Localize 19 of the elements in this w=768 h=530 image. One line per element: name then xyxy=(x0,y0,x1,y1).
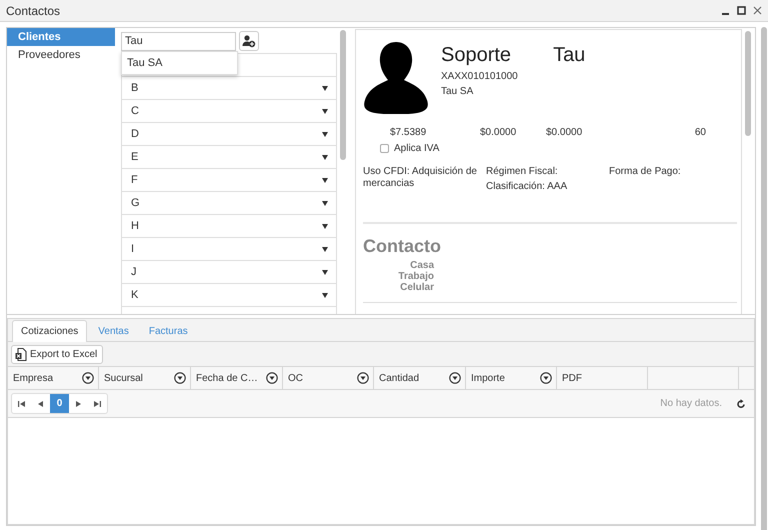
last-name: Tau xyxy=(553,44,586,67)
checkbox-label: Aplica IVA xyxy=(394,143,440,154)
empty-message: No hay datos. xyxy=(660,398,722,409)
amount-value: $7.5389 xyxy=(390,127,428,138)
info-field: Forma de Pago: xyxy=(609,166,737,178)
window-title: Contactos xyxy=(6,4,60,18)
phone-label: Trabajo xyxy=(398,271,434,282)
info-field: Clasificación: AAA xyxy=(486,181,609,193)
amount-value: $0.0000 xyxy=(546,127,584,138)
first-name: Soporte xyxy=(441,44,512,67)
phone-label: Celular xyxy=(400,282,434,293)
phone-label: Casa xyxy=(410,260,434,271)
rfc-text: XAXX010101000 xyxy=(441,71,519,82)
amount-value: $0.0000 xyxy=(480,127,518,138)
info-field: Uso CFDI: Adquisición de mercancias xyxy=(363,166,486,190)
company-name: Tau SA xyxy=(441,86,474,97)
amount-value: 60 xyxy=(694,127,706,138)
info-field: Régimen Fiscal: xyxy=(486,166,609,178)
section-heading: Contacto xyxy=(363,236,442,257)
